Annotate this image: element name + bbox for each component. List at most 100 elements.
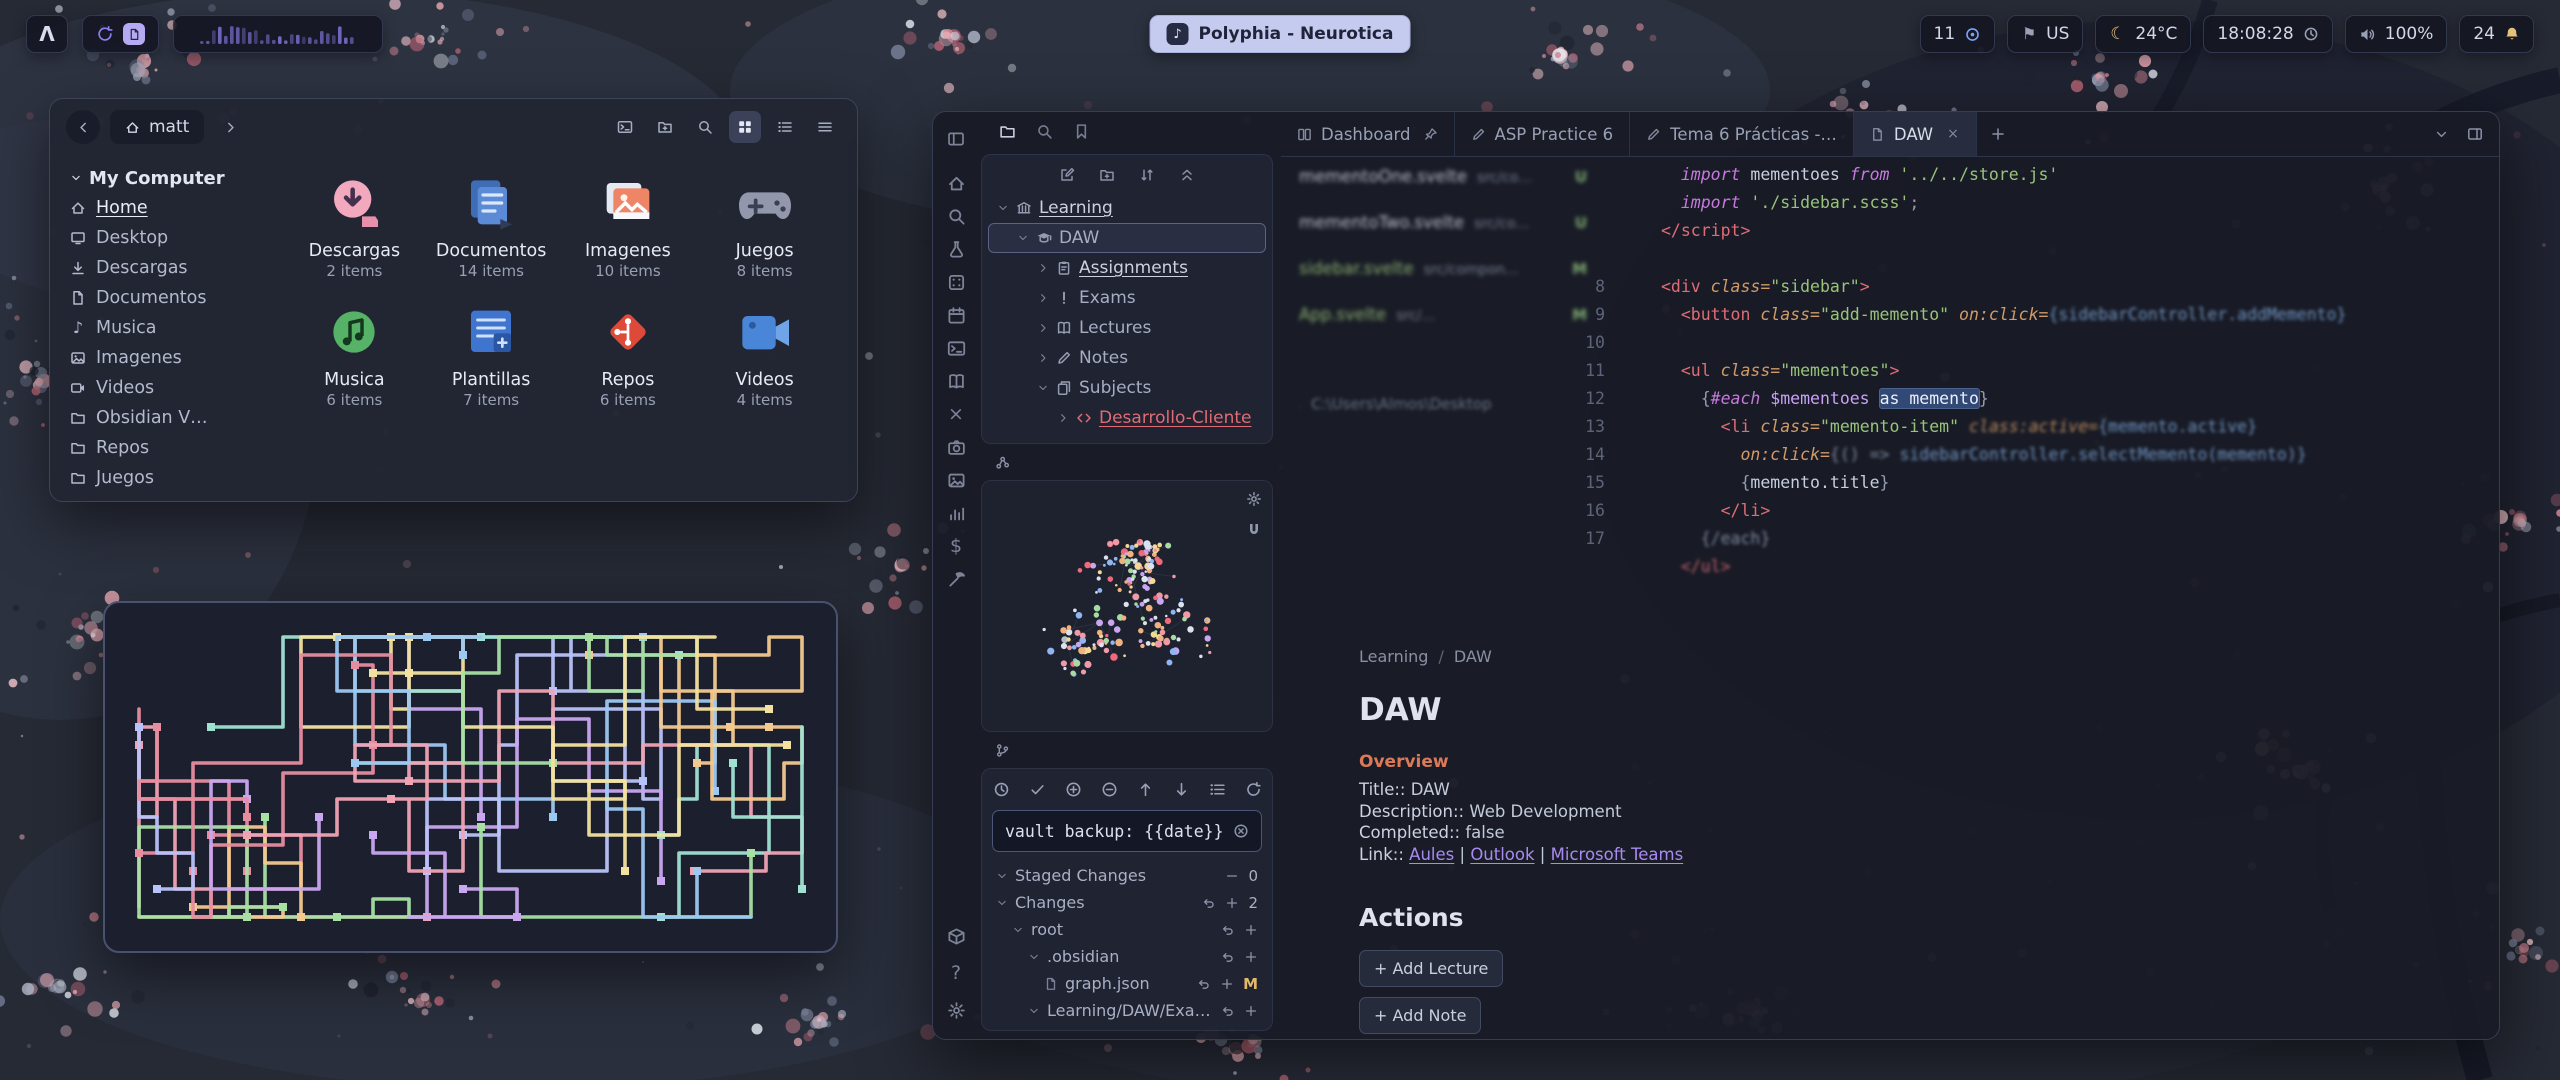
keyboard-layout-widget[interactable]: ⚑ US <box>2007 15 2083 53</box>
editor-area[interactable]: mementoOne.sveltesrc/co…UmementoTwo.svel… <box>1281 157 2499 1039</box>
ribbon-terminal-icon[interactable] <box>940 333 972 363</box>
local-graph[interactable] <box>982 481 1272 731</box>
tab-tema-6-pr-cticas[interactable]: Tema 6 Prácticas -… <box>1630 112 1854 156</box>
commit-message-input[interactable]: vault backup: {{date}} <box>992 810 1262 852</box>
stage-icon[interactable] <box>1220 977 1234 991</box>
chevron-right-icon[interactable] <box>1037 322 1049 334</box>
link-outlook[interactable]: Outlook <box>1470 845 1534 864</box>
unstage-icon[interactable] <box>1225 869 1239 883</box>
tree-item-lectures[interactable]: Lectures <box>988 313 1266 343</box>
now-playing-widget[interactable]: ♪ Polyphia - Neurotica <box>1150 15 1411 53</box>
new-tab-button[interactable] <box>1977 112 2019 156</box>
folder-descargas[interactable]: Descargas2 items <box>286 165 423 286</box>
clear-message-icon[interactable] <box>1233 823 1249 839</box>
list-view-button[interactable] <box>769 111 801 143</box>
clock-widget[interactable]: 18:08:28 <box>2203 15 2332 53</box>
discard-icon[interactable] <box>1221 923 1235 937</box>
updates-icon[interactable] <box>96 25 114 43</box>
tree-item-desarrollo-cliente[interactable]: Desarrollo-Cliente <box>988 403 1266 433</box>
notifications-widget[interactable]: 24 <box>2459 15 2534 53</box>
ribbon-dice-icon[interactable] <box>940 267 972 297</box>
ribbon-help-icon[interactable]: ? <box>940 958 972 988</box>
git-row-learning-daw-exams[interactable]: Learning/DAW/Exams <box>992 997 1262 1024</box>
tree-item-assignments[interactable]: Assignments <box>988 253 1266 283</box>
git-up-button[interactable] <box>1137 781 1154 798</box>
search-tab[interactable] <box>1036 123 1053 144</box>
link-aules[interactable]: Aules <box>1409 845 1454 864</box>
chevron-down-icon[interactable] <box>1028 1005 1040 1017</box>
tree-item-daw[interactable]: DAW <box>988 223 1266 253</box>
ribbon-gear-icon[interactable] <box>940 995 972 1025</box>
git-row-root[interactable]: root <box>992 916 1262 943</box>
chevron-right-icon[interactable] <box>1057 412 1069 424</box>
folder-musica[interactable]: Musica6 items <box>286 294 423 415</box>
git-refresh-button[interactable] <box>1245 781 1262 798</box>
discard-icon[interactable] <box>1197 977 1211 991</box>
sidebar-item-documentos[interactable]: Documentos <box>70 283 252 313</box>
forward-button[interactable] <box>214 111 246 143</box>
sidebar-item-musica[interactable]: ♪Musica <box>70 313 252 343</box>
volume-widget[interactable]: 100% <box>2345 15 2448 53</box>
ribbon-flask-icon[interactable] <box>940 234 972 264</box>
search-button[interactable] <box>689 111 721 143</box>
new-note-button[interactable] <box>1059 167 1075 187</box>
ribbon-x-icon[interactable]: × <box>940 399 972 429</box>
folder-documentos[interactable]: Documentos14 items <box>423 165 560 286</box>
files-tab[interactable] <box>999 123 1016 144</box>
tab-list-icon[interactable] <box>2434 127 2449 142</box>
sort-button[interactable] <box>1139 167 1155 187</box>
close-icon[interactable]: × <box>1946 127 1960 141</box>
open-terminal-button[interactable] <box>609 111 641 143</box>
sidebar-item-repos[interactable]: Repos <box>70 433 252 463</box>
sidebar-item-videos[interactable]: Videos <box>70 373 252 403</box>
chevron-right-icon[interactable] <box>1037 352 1049 364</box>
ribbon-image-icon[interactable] <box>940 465 972 495</box>
launcher-button[interactable]: Λ <box>26 15 68 53</box>
collapse-all-button[interactable] <box>1179 167 1195 187</box>
add-note-button[interactable]: + Add Note <box>1359 997 1481 1034</box>
weather-widget[interactable]: ☾ 24°C <box>2095 15 2191 53</box>
git-row-staged-changes[interactable]: Staged Changes0 <box>992 862 1262 889</box>
folder-juegos[interactable]: Juegos8 items <box>696 165 833 286</box>
pin-icon[interactable] <box>1424 127 1438 141</box>
ribbon-chart-icon[interactable] <box>940 498 972 528</box>
tree-item-notes[interactable]: Notes <box>988 343 1266 373</box>
breadcrumb-daw[interactable]: DAW <box>1454 647 1492 666</box>
sidebar-item-home[interactable]: Home <box>70 193 252 223</box>
discard-icon[interactable] <box>1221 950 1235 964</box>
sidebar-toggle-button[interactable] <box>940 124 972 154</box>
split-right-icon[interactable] <box>2467 126 2483 142</box>
folder-imagenes[interactable]: Imagenes10 items <box>560 165 697 286</box>
discard-icon[interactable] <box>1202 896 1216 910</box>
git-minusc-button[interactable] <box>1101 781 1118 798</box>
link-microsoft-teams[interactable]: Microsoft Teams <box>1551 845 1684 864</box>
tree-item-subjects[interactable]: Subjects <box>988 373 1266 403</box>
discard-icon[interactable] <box>1221 1004 1235 1018</box>
git-history-button[interactable] <box>993 781 1010 798</box>
tree-item-learning[interactable]: Learning <box>988 193 1266 223</box>
menu-button[interactable] <box>809 111 841 143</box>
git-row-obsidian[interactable]: .obsidian <box>992 943 1262 970</box>
ribbon-home-icon[interactable] <box>940 168 972 198</box>
breadcrumb-learning[interactable]: Learning <box>1359 647 1428 666</box>
graph-panel-handle[interactable] <box>981 444 1273 480</box>
git-plusc-button[interactable] <box>1065 781 1082 798</box>
git-row-graph-json[interactable]: graph.jsonM <box>992 970 1262 997</box>
ribbon-pickaxe-icon[interactable] <box>940 564 972 594</box>
tab-asp-practice-6[interactable]: ASP Practice 6 <box>1455 112 1631 156</box>
chevron-down-icon[interactable] <box>1012 924 1024 936</box>
package-icon[interactable] <box>123 23 145 45</box>
git-list-button[interactable] <box>1209 781 1226 798</box>
ribbon-calendar-icon[interactable] <box>940 300 972 330</box>
folder-repos[interactable]: Repos6 items <box>560 294 697 415</box>
ribbon-camera-icon[interactable] <box>940 432 972 462</box>
new-folder-button[interactable] <box>649 111 681 143</box>
sidebar-section-header[interactable]: My Computer <box>70 163 252 193</box>
chevron-right-icon[interactable] <box>1037 262 1049 274</box>
chevron-down-icon[interactable] <box>997 202 1009 214</box>
stage-icon[interactable] <box>1225 896 1239 910</box>
stage-icon[interactable] <box>1244 923 1258 937</box>
sidebar-item-obsidian-v[interactable]: Obsidian V… <box>70 403 252 433</box>
sidebar-item-juegos[interactable]: Juegos <box>70 463 252 493</box>
bookmarks-tab[interactable] <box>1073 123 1090 144</box>
